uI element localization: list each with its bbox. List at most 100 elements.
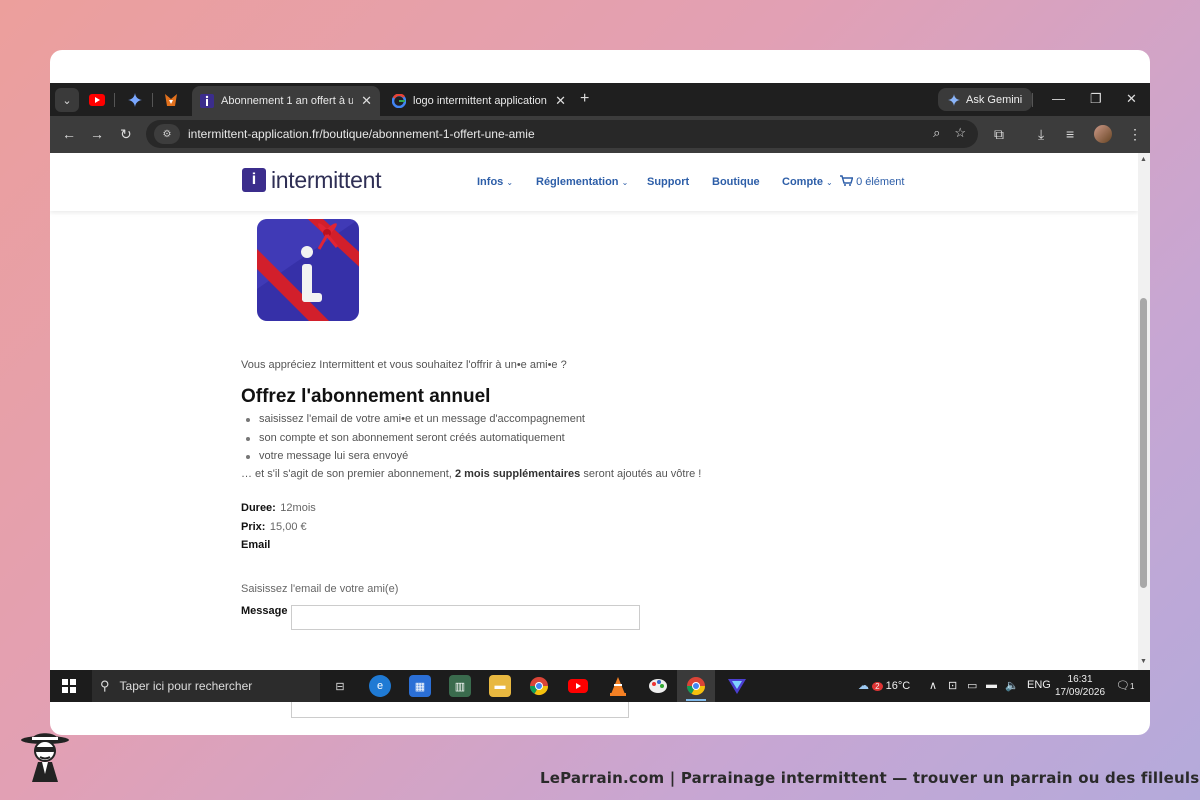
edge-icon[interactable]: e [369, 675, 391, 697]
gemini-sparkle-icon [948, 93, 960, 106]
zoom-icon[interactable]: ⌕ [933, 125, 940, 141]
bonus-prefix: … et s'il s'agit de son premier abonneme… [241, 468, 452, 480]
gemini-sparkle-icon [128, 93, 142, 107]
download-icon[interactable]: ⤓ [1038, 125, 1044, 143]
site-header: i intermittent Infos ⌄ Réglementation ⌄ … [50, 153, 1138, 211]
list-item: son compte et son abonnement seront créé… [241, 432, 585, 451]
windows-start-icon[interactable] [62, 679, 76, 693]
browser-tab-strip: ⌄ Abonnement 1 an offert à un•e ami•e ✕ … [50, 83, 1150, 116]
vlc-logo [610, 677, 626, 696]
page-scrollbar[interactable]: ▲ ▼ [1138, 153, 1150, 670]
volume-icon[interactable]: 🔈 [1005, 679, 1019, 692]
screenshot-card: ⌄ Abonnement 1 an offert à un•e ami•e ✕ … [50, 50, 1150, 735]
cart-icon [840, 175, 854, 186]
close-window-button[interactable]: ✕ [1126, 91, 1137, 107]
cart-link[interactable]: 0 élément [840, 175, 904, 188]
chevron-down-icon: ⌄ [621, 178, 629, 187]
youtube-app-icon[interactable] [567, 675, 589, 697]
extension-pinned-tab[interactable] [162, 91, 180, 109]
menu-dots-icon[interactable]: ⋮ [1128, 125, 1142, 143]
file-explorer-icon[interactable]: ▬ [489, 675, 511, 697]
nav-reglementation[interactable]: Réglementation ⌄ [536, 176, 628, 188]
meet-icon[interactable]: ⊡ [948, 679, 957, 692]
bookmark-star-icon[interactable]: ☆ [954, 125, 966, 141]
duration-row: Duree: 12mois [241, 498, 316, 516]
bonus-text: … et s'il s'agit de son premier abonneme… [241, 468, 701, 480]
tab-google-search[interactable]: logo intermittent application - Recherch… [384, 86, 574, 116]
paint-icon[interactable] [647, 675, 669, 697]
nav-infos[interactable]: Infos ⌄ [477, 176, 513, 188]
minimize-button[interactable]: — [1052, 91, 1065, 106]
site-info-icon[interactable]: ⚙ [154, 124, 180, 144]
duration-label: Duree: [241, 502, 276, 514]
feature-list: saisissez l'email de votre ami•e et un m… [241, 413, 585, 469]
gemini-pinned-tab[interactable] [126, 91, 144, 109]
task-view-icon[interactable]: ⊟ [329, 675, 351, 697]
gemini-label: Ask Gemini [966, 93, 1023, 106]
shield-logo [728, 679, 746, 694]
restore-button[interactable]: ❐ [1090, 91, 1102, 107]
close-tab-icon[interactable]: ✕ [555, 93, 566, 109]
site-logo-mark[interactable]: i [242, 168, 266, 192]
ask-gemini-button[interactable]: Ask Gemini [938, 88, 1033, 111]
chevron-down-icon: ⌄ [506, 178, 514, 187]
search-placeholder: Taper ici pour rechercher [119, 679, 253, 693]
taskbar-clock[interactable]: 16:31 17/09/2026 [1055, 673, 1105, 699]
extensions-icon[interactable]: ⧉ [994, 125, 1004, 143]
vpn-app-icon[interactable] [726, 675, 748, 697]
scroll-thumb[interactable] [1140, 298, 1147, 588]
tab-abonnement[interactable]: Abonnement 1 an offert à un•e ami•e ✕ [192, 86, 380, 116]
battery-icon[interactable]: ▬ [986, 679, 997, 691]
new-tab-button[interactable]: + [580, 91, 589, 107]
url-text[interactable]: intermittent-application.fr/boutique/abo… [188, 127, 535, 141]
list-item: saisissez l'email de votre ami•e et un m… [241, 413, 585, 432]
bonus-highlight: 2 mois supplémentaires [454, 468, 581, 480]
close-tab-icon[interactable]: ✕ [361, 93, 372, 109]
weather-temp: 16°C [885, 680, 911, 692]
clock-date: 17/09/2026 [1055, 687, 1106, 698]
youtube-logo [568, 679, 588, 693]
notification-icon[interactable]: 🗨1 [1116, 679, 1134, 692]
clock-time: 16:31 [1067, 674, 1093, 685]
nav-support[interactable]: Support [647, 176, 689, 188]
store-icon[interactable]: ▦ [409, 675, 431, 697]
reload-icon[interactable]: ↻ [120, 125, 132, 143]
language-indicator[interactable]: ENG [1027, 679, 1051, 691]
duration-value: 12mois [280, 502, 316, 514]
palette-logo [649, 679, 667, 693]
fox-icon [165, 94, 177, 106]
taskbar-search[interactable]: ⚲ Taper ici pour rechercher [92, 670, 320, 702]
address-bar[interactable]: ⚙ intermittent-application.fr/boutique/a… [146, 120, 978, 148]
email-field[interactable] [291, 605, 640, 630]
back-arrow-icon[interactable]: ← [62, 125, 76, 143]
notification-count: 1 [1129, 682, 1135, 691]
scroll-down-arrow-icon[interactable]: ▼ [1140, 658, 1147, 665]
footer-caption: LeParrain.com | Parrainage intermittent … [540, 769, 1200, 787]
profile-avatar[interactable] [1094, 125, 1112, 143]
weather-widget[interactable]: ☁ 2 16°C [858, 679, 910, 692]
chevron-up-icon[interactable]: ∧ [929, 679, 937, 692]
vlc-icon[interactable] [607, 675, 629, 697]
price-value: 15,00 € [269, 521, 307, 533]
scroll-up-arrow-icon[interactable]: ▲ [1140, 156, 1147, 163]
list-item: votre message lui sera envoyé [241, 450, 585, 469]
network-icon[interactable]: ▭ [967, 679, 977, 692]
site-logo-text[interactable]: intermittent [271, 167, 381, 194]
nav-compte[interactable]: Compte ⌄ [782, 176, 833, 188]
tab-title: logo intermittent application - Recherch… [413, 95, 547, 107]
nav-boutique[interactable]: Boutique [712, 176, 760, 188]
nav-label: Réglementation [536, 176, 619, 188]
bonus-suffix: seront ajoutés au vôtre ! [583, 468, 702, 480]
reading-list-icon[interactable]: ≡ [1066, 125, 1074, 143]
chrome-profile-icon[interactable] [685, 675, 707, 697]
leparrain-mascot-logo [21, 733, 69, 782]
youtube-pinned-tab[interactable] [88, 91, 106, 109]
chrome-icon[interactable] [528, 675, 550, 697]
windows-taskbar: ⚲ Taper ici pour rechercher ⊟ e ▦ ▥ ▬ ☁ … [50, 670, 1150, 702]
google-icon [392, 94, 406, 108]
weather-badge: 2 [872, 682, 883, 691]
tab-search-button[interactable]: ⌄ [55, 88, 79, 112]
chrome-logo [687, 677, 705, 696]
forward-arrow-icon[interactable]: → [90, 125, 104, 143]
finance-app-icon[interactable]: ▥ [449, 675, 471, 697]
